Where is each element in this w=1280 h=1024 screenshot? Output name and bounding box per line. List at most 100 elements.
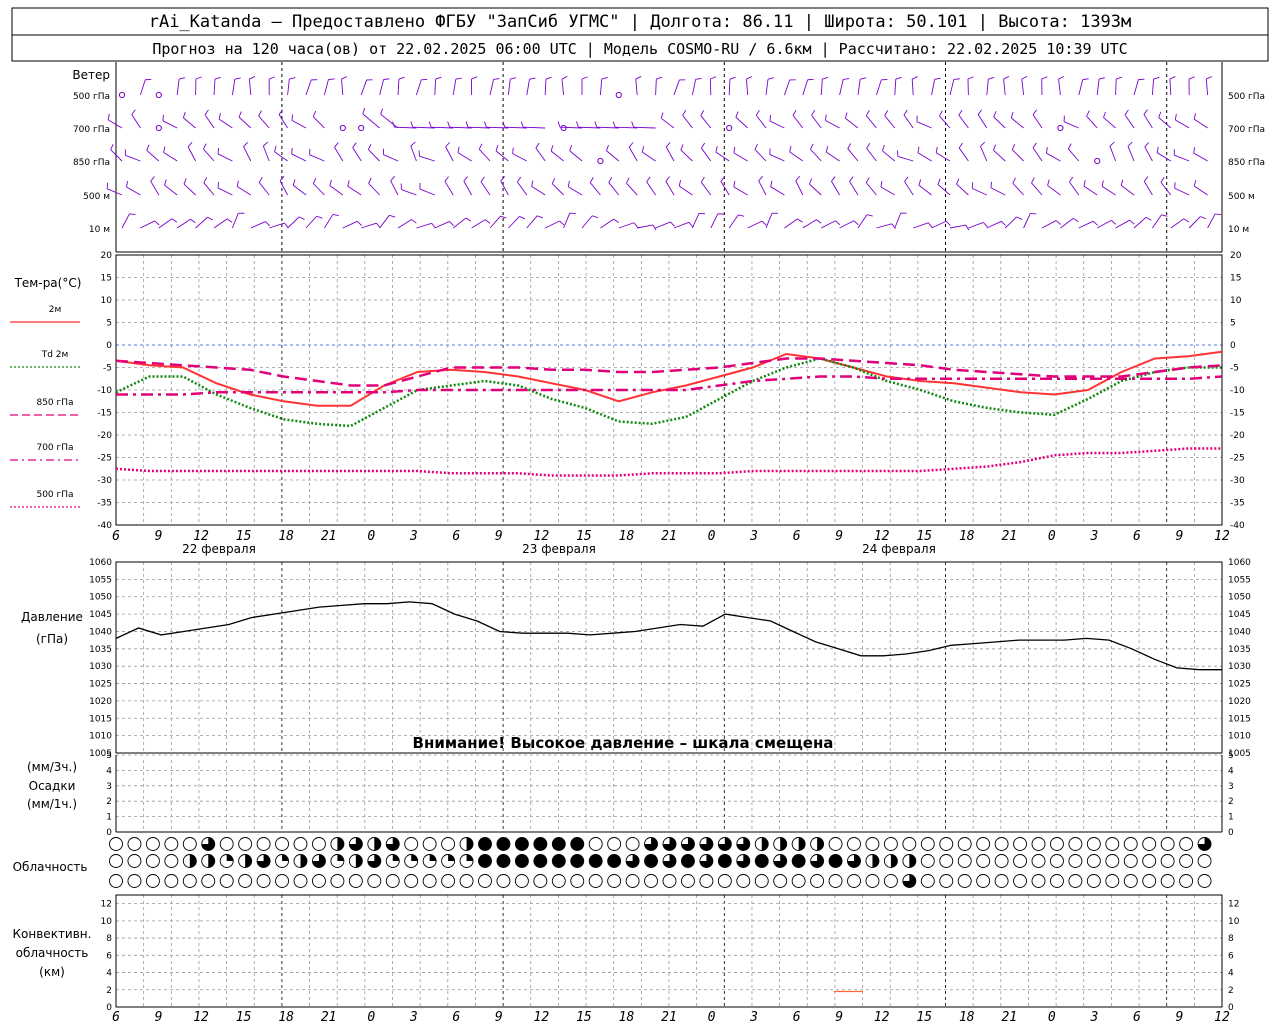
wind-barb-flag bbox=[795, 175, 801, 181]
pressure-ytick-right: 1010 bbox=[1228, 732, 1251, 742]
cloud-cell bbox=[367, 837, 382, 851]
wind-barb bbox=[1144, 146, 1153, 162]
cloud-cell bbox=[607, 854, 622, 868]
cloud-cell bbox=[459, 837, 474, 851]
wind-barb bbox=[238, 116, 252, 129]
wind-level-label-right: 500 м bbox=[1228, 192, 1255, 202]
wind-barb-flag bbox=[258, 177, 263, 183]
wind-barb bbox=[608, 182, 620, 196]
wind-barb bbox=[1174, 154, 1190, 162]
wind-barb-flag bbox=[1086, 110, 1090, 117]
conv-ytick: 2 bbox=[106, 986, 112, 996]
cloud-cell bbox=[256, 874, 271, 888]
pressure-ytick-right: 1025 bbox=[1228, 680, 1251, 690]
wind-barb bbox=[329, 185, 344, 196]
temp-ytick-right: -35 bbox=[1230, 499, 1245, 509]
wind-barb-flag bbox=[880, 180, 883, 188]
wind-barb-flag bbox=[835, 220, 841, 226]
pressure-ytick-right: 1030 bbox=[1228, 662, 1251, 672]
temp-legend-label: 700 гПа bbox=[36, 443, 73, 453]
cloud-cell bbox=[551, 874, 566, 888]
cloud-cell bbox=[145, 837, 160, 851]
wind-barb-flag bbox=[1058, 75, 1065, 80]
temp-xtick: 0 bbox=[367, 529, 375, 544]
wind-barb-flag bbox=[628, 142, 634, 148]
cloud-cell bbox=[312, 837, 326, 851]
wind-barb bbox=[150, 180, 160, 196]
temp-xtick: 0 bbox=[708, 529, 716, 544]
cloud-cell bbox=[883, 874, 898, 888]
temp-xtick: 6 bbox=[793, 529, 801, 544]
temp-ytick-right: 10 bbox=[1230, 296, 1242, 306]
wind-barb bbox=[747, 220, 763, 229]
conv-ytick-right: 10 bbox=[1228, 917, 1240, 927]
wind-barb bbox=[323, 79, 329, 96]
pressure-ytick-left: 1020 bbox=[89, 697, 112, 707]
wind-barb-flag bbox=[715, 146, 718, 153]
conv-ytick: 6 bbox=[106, 951, 112, 961]
conv-xtick: 9 bbox=[835, 1010, 843, 1024]
wind-barb bbox=[728, 214, 739, 229]
wind-barb bbox=[416, 222, 432, 229]
wind-barb bbox=[434, 221, 450, 229]
wind-barb-flag bbox=[825, 114, 827, 121]
wind-barb bbox=[733, 186, 748, 196]
cloud-cell bbox=[828, 854, 843, 868]
temp-xtick: 9 bbox=[835, 529, 843, 544]
wind-barb bbox=[526, 215, 538, 229]
wind-barb bbox=[820, 79, 823, 96]
cloud-cell bbox=[127, 837, 142, 851]
wind-level-label: 700 гПа bbox=[73, 125, 110, 135]
wind-barb-flag bbox=[792, 109, 797, 116]
wind-barb-flag bbox=[844, 112, 848, 119]
wind-barb-flag bbox=[767, 77, 774, 80]
wind-barb-flag bbox=[347, 180, 350, 187]
cloud-cell bbox=[994, 837, 1009, 851]
wind-barb-flag bbox=[298, 216, 305, 220]
wind-barb-flag bbox=[682, 109, 687, 116]
cloud-cell bbox=[164, 837, 179, 851]
wind-barb-flag bbox=[1072, 218, 1079, 223]
temp-xtick: 9 bbox=[1176, 529, 1184, 544]
wind-barb-flag bbox=[203, 177, 208, 183]
wind-barb-flag bbox=[569, 144, 573, 151]
cloud-cell bbox=[1049, 837, 1064, 851]
conv-xtick: 18 bbox=[619, 1010, 635, 1024]
cloud-cell bbox=[828, 874, 843, 888]
wind-barb bbox=[710, 213, 719, 229]
wind-barb bbox=[1086, 115, 1098, 129]
wind-barb-flag bbox=[1169, 76, 1176, 80]
cloud-cell bbox=[773, 874, 788, 888]
wind-barb bbox=[802, 79, 809, 96]
cloud-cell bbox=[754, 854, 769, 868]
wind-barb-flag bbox=[789, 145, 792, 153]
conv-xtick: 6 bbox=[452, 1010, 460, 1024]
wind-barb bbox=[993, 149, 1006, 162]
cloud-cell bbox=[459, 874, 474, 888]
wind-barb bbox=[495, 150, 509, 162]
pressure-ytick-right: 1020 bbox=[1228, 697, 1251, 707]
wind-barb bbox=[661, 117, 675, 129]
cloud-cell bbox=[570, 874, 585, 888]
cloud-cell bbox=[865, 874, 880, 888]
wind-barb-flag bbox=[1143, 109, 1148, 115]
wind-barb-flag bbox=[1124, 109, 1129, 116]
wind-barb bbox=[958, 114, 969, 129]
wind-barb-flag bbox=[389, 214, 396, 218]
wind-barb bbox=[811, 114, 822, 129]
wind-barb bbox=[1193, 118, 1208, 129]
wind-barb bbox=[917, 152, 932, 162]
wind-barb bbox=[680, 149, 693, 162]
conv-xtick: 18 bbox=[278, 1010, 294, 1024]
cloud-cell bbox=[1197, 837, 1212, 851]
wind-barb bbox=[471, 219, 486, 229]
wind-barb-flag bbox=[274, 145, 277, 152]
wind-barb-flag bbox=[1110, 220, 1117, 225]
wind-barb bbox=[754, 149, 767, 162]
pressure-ytick-left: 1040 bbox=[89, 627, 112, 637]
wind-barb bbox=[390, 180, 399, 196]
wind-barb-flag bbox=[1001, 220, 1006, 226]
wind-barb bbox=[341, 79, 344, 96]
wind-barb-flag bbox=[761, 220, 767, 226]
pressure-ytick-right: 1060 bbox=[1228, 558, 1251, 568]
